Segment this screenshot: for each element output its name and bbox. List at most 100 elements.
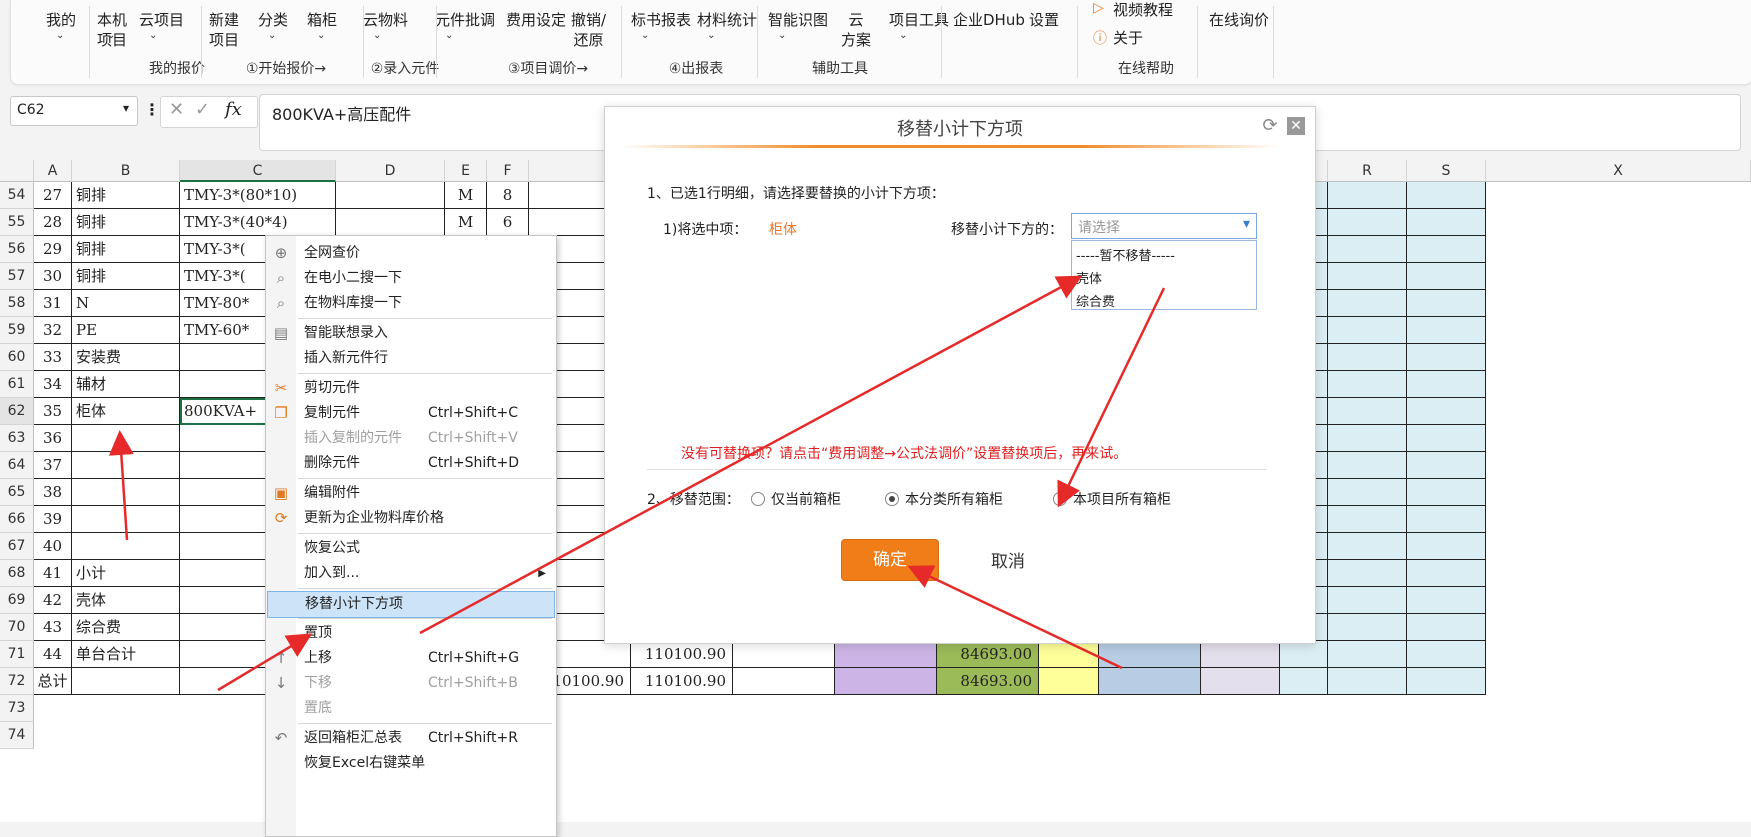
menu-top[interactable]: 置顶	[296, 621, 554, 646]
row-header[interactable]: 72	[0, 668, 34, 695]
column-header[interactable]: X	[1486, 160, 1751, 182]
grid-cell[interactable]	[1328, 398, 1407, 425]
grid-cell[interactable]	[1407, 668, 1486, 695]
cancel-icon[interactable]: ✕	[169, 99, 184, 120]
grid-cell[interactable]	[1407, 344, 1486, 371]
my-button[interactable]: 我的	[46, 10, 76, 30]
grid-cell[interactable]	[1407, 425, 1486, 452]
row-header[interactable]: 73	[0, 695, 34, 722]
grid-cell[interactable]	[72, 533, 180, 560]
row-header[interactable]: 63	[0, 425, 34, 452]
radio-category[interactable]	[885, 492, 899, 506]
menu-return-summary[interactable]: 返回箱柜汇总表 Ctrl+Shift+R	[296, 726, 554, 751]
function-icon[interactable]: fx	[225, 99, 242, 120]
grid-cell[interactable]: 29	[34, 236, 72, 263]
grid-cell[interactable]: 30	[34, 263, 72, 290]
cloud-plan-button[interactable]: 云 方案	[841, 10, 871, 50]
grid-cell[interactable]	[1407, 371, 1486, 398]
menu-replace-subtotal[interactable]: 移替小计下方项	[267, 591, 555, 618]
menu-smart-entry[interactable]: 智能联想录入	[296, 321, 554, 346]
grid-cell[interactable]	[1099, 668, 1201, 695]
column-header[interactable]: D	[336, 160, 445, 182]
online-inquiry-button[interactable]: 在线询价	[1209, 10, 1269, 30]
grid-cell[interactable]: 铜排	[72, 182, 180, 209]
grid-cell[interactable]: 安装费	[72, 344, 180, 371]
row-header[interactable]: 64	[0, 452, 34, 479]
grid-cell[interactable]	[1280, 641, 1328, 668]
cloud-project-button[interactable]: 云项目	[139, 10, 184, 30]
grid-cell[interactable]	[1407, 533, 1486, 560]
grid-cell[interactable]: 单台合计	[72, 641, 180, 668]
row-header[interactable]: 67	[0, 533, 34, 560]
grid-cell[interactable]: 35	[34, 398, 72, 425]
grid-cell[interactable]	[1407, 263, 1486, 290]
grid-cell[interactable]	[1328, 452, 1407, 479]
grid-cell[interactable]: 8	[487, 182, 529, 209]
grid-cell[interactable]: 铜排	[72, 209, 180, 236]
grid-cell[interactable]	[1407, 452, 1486, 479]
grid-cell[interactable]	[1407, 506, 1486, 533]
grid-cell[interactable]: 28	[34, 209, 72, 236]
menu-web-price[interactable]: 全网查价	[296, 241, 554, 266]
grid-cell[interactable]: 34	[34, 371, 72, 398]
grid-cell[interactable]: 110100.90	[631, 641, 733, 668]
grid-cell[interactable]: 39	[34, 506, 72, 533]
grid-cell[interactable]: 27	[34, 182, 72, 209]
menu-down[interactable]: 下移 Ctrl+Shift+B	[296, 671, 554, 696]
row-header[interactable]: 56	[0, 236, 34, 263]
menu-up[interactable]: 上移 Ctrl+Shift+G	[296, 646, 554, 671]
grid-cell[interactable]	[1407, 290, 1486, 317]
grid-cell[interactable]: 小计	[72, 560, 180, 587]
menu-update-price[interactable]: 更新为企业物料库价格	[296, 506, 554, 531]
grid-cell[interactable]	[336, 182, 445, 209]
grid-cell[interactable]	[1407, 398, 1486, 425]
grid-cell[interactable]	[1328, 479, 1407, 506]
smart-drawing-button[interactable]: 智能识图	[768, 10, 828, 30]
row-header[interactable]: 71	[0, 641, 34, 668]
more-icon[interactable]: ⋮	[144, 100, 160, 119]
menu-bottom[interactable]: 置底	[296, 696, 554, 721]
column-header[interactable]: R	[1328, 160, 1407, 182]
grid-cell[interactable]: 84693.00	[937, 641, 1039, 668]
grid-cell[interactable]: TMY-3*(40*4)	[180, 209, 336, 236]
cloud-material-button[interactable]: 云物料	[363, 10, 408, 30]
grid-cell[interactable]	[1328, 587, 1407, 614]
project-tools-button[interactable]: 项目工具	[889, 10, 949, 30]
ok-button[interactable]: 确定	[841, 539, 939, 581]
grid-cell[interactable]	[1328, 371, 1407, 398]
grid-cell[interactable]: 40	[34, 533, 72, 560]
row-header[interactable]: 74	[0, 722, 34, 749]
option-none[interactable]: -----暂不移替-----	[1076, 245, 1175, 264]
grid-cell[interactable]	[1407, 560, 1486, 587]
grid-cell[interactable]	[1407, 209, 1486, 236]
chevron-down-icon[interactable]: ▾	[123, 101, 129, 115]
grid-cell[interactable]	[1328, 182, 1407, 209]
grid-cell[interactable]: 柜体	[72, 398, 180, 425]
grid-cell[interactable]	[1407, 587, 1486, 614]
grid-cell[interactable]: 84693.00	[937, 668, 1039, 695]
grid-cell[interactable]: 铜排	[72, 236, 180, 263]
close-icon[interactable]: ✕	[1287, 117, 1305, 135]
grid-cell[interactable]: 总计	[34, 668, 72, 695]
radio-project[interactable]	[1053, 492, 1067, 506]
grid-cell[interactable]: 110100.90	[631, 668, 733, 695]
menu-insert-row[interactable]: 插入新元件行	[296, 346, 554, 371]
row-header[interactable]: 58	[0, 290, 34, 317]
grid-cell[interactable]	[1328, 614, 1407, 641]
grid-cell[interactable]: M	[445, 182, 487, 209]
grid-cell[interactable]: TMY-3*(80*10)	[180, 182, 336, 209]
menu-edit-attachment[interactable]: 编辑附件	[296, 481, 554, 506]
grid-cell[interactable]	[733, 641, 835, 668]
grid-cell[interactable]: N	[72, 290, 180, 317]
grid-cell[interactable]	[1407, 236, 1486, 263]
grid-cell[interactable]	[1099, 641, 1201, 668]
grid-cell[interactable]	[1039, 641, 1099, 668]
grid-cell[interactable]: 42	[34, 587, 72, 614]
grid-cell[interactable]	[1328, 317, 1407, 344]
cabinet-button[interactable]: 箱柜	[307, 10, 337, 30]
grid-cell[interactable]: M	[445, 209, 487, 236]
menu-insert-copied[interactable]: 插入复制的元件 Ctrl+Shift+V	[296, 426, 554, 451]
column-header[interactable]: A	[34, 160, 72, 182]
material-stats-button[interactable]: 材料统计	[697, 10, 757, 30]
row-header[interactable]: 66	[0, 506, 34, 533]
